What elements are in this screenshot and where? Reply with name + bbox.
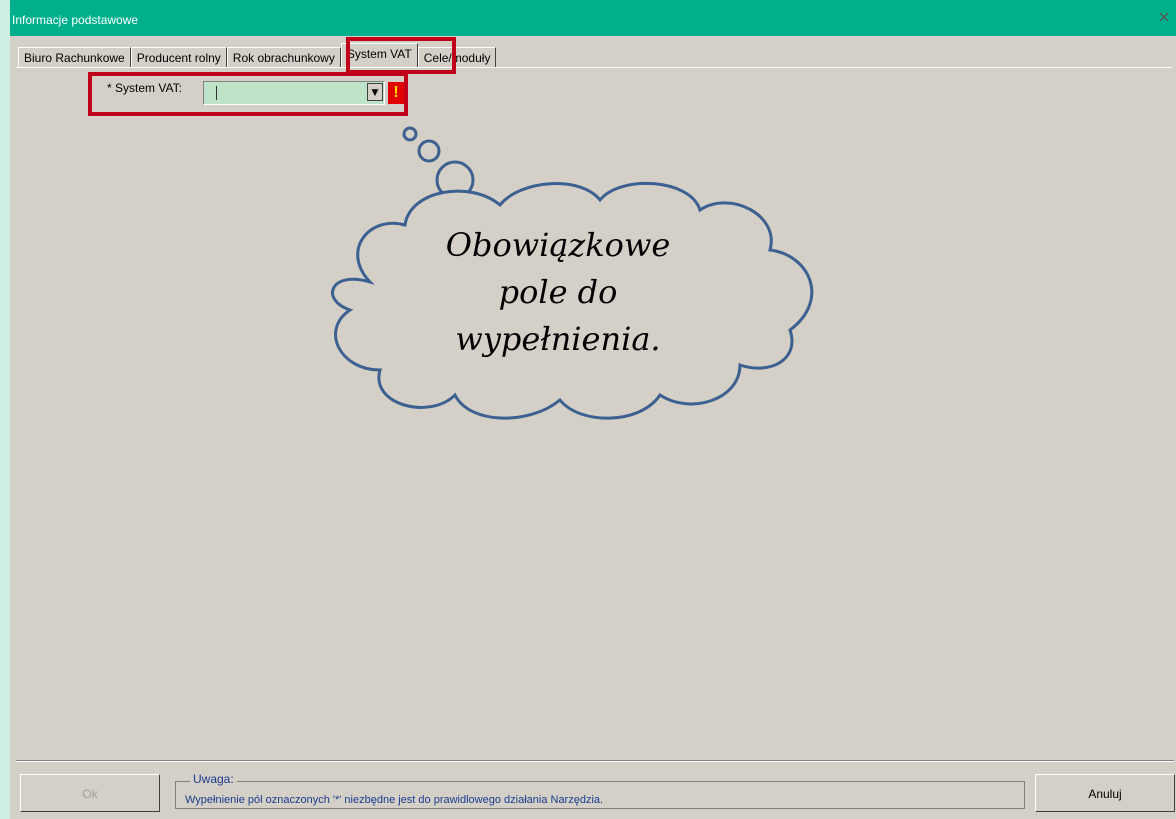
tab-producent-rolny[interactable]: Producent rolny	[130, 47, 227, 68]
tab-panel	[16, 67, 1172, 750]
note-text: Wypełnienie pól oznaczonych '*' niezbędn…	[185, 794, 604, 806]
close-icon[interactable]: ×	[1156, 8, 1172, 26]
callout-line-1: Obowiązkowe	[445, 226, 671, 264]
note-title: Uwaga:	[190, 772, 237, 786]
window-title: Informacje podstawowe	[12, 13, 139, 27]
cancel-button[interactable]: Anuluj	[1035, 774, 1175, 812]
tab-highlight-box	[346, 37, 456, 74]
dialog-window: Informacje podstawowe × Biuro Rachunkowe…	[10, 0, 1176, 819]
field-highlight-box	[88, 72, 408, 116]
callout-line-2: pole do	[498, 273, 618, 311]
ok-button[interactable]: Ok	[20, 774, 160, 812]
footer-separator	[16, 760, 1174, 762]
title-bar: Informacje podstawowe ×	[10, 0, 1176, 36]
callout-line-3: wypełnienia.	[455, 320, 661, 358]
tab-biuro-rachunkowe[interactable]: Biuro Rachunkowe	[18, 47, 131, 68]
tab-rok-obrachunkowy[interactable]: Rok obrachunkowy	[226, 47, 341, 68]
callout-text: Obowiązkowe pole do wypełnienia.	[398, 222, 718, 363]
